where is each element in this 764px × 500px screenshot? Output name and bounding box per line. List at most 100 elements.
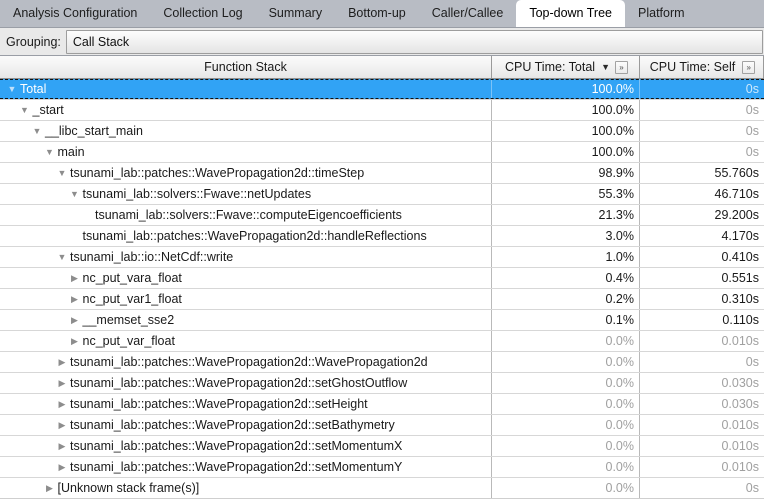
table-row[interactable]: ▼ tsunami_lab::solvers::Fwave::netUpdates… (0, 184, 764, 205)
grouping-combobox[interactable]: Call Stack (65, 29, 763, 54)
tab-platform[interactable]: Platform (625, 0, 698, 27)
cpu-time-total-cell: 0.0% (492, 352, 640, 372)
table-row[interactable]: ▶ nc_put_var1_float 0.2% 0.310s (0, 289, 764, 310)
table-row[interactable]: ▶ tsunami_lab::patches::WavePropagation2d… (0, 352, 764, 373)
tab-caller-callee[interactable]: Caller/Callee (419, 0, 517, 27)
collapse-triangle-icon[interactable]: ▼ (44, 142, 56, 162)
expand-triangle-icon[interactable]: ▶ (56, 436, 68, 456)
column-header-cpu-time-total[interactable]: CPU Time: Total ▼ » (492, 56, 640, 78)
collapse-triangle-icon[interactable]: ▼ (31, 121, 43, 141)
cpu-time-total-cell: 0.0% (492, 415, 640, 435)
expand-triangle-icon[interactable]: ▶ (44, 478, 56, 498)
sort-descending-icon[interactable]: ▼ (601, 62, 610, 72)
collapse-triangle-icon[interactable]: ▼ (56, 247, 68, 267)
expand-triangle-icon[interactable]: ▶ (69, 310, 81, 330)
function-name: tsunami_lab::solvers::Fwave::netUpdates (82, 187, 312, 201)
function-stack-cell: ▼ Total (0, 79, 492, 99)
cpu-time-self-cell: 0s (745, 355, 759, 369)
table-row[interactable]: ▼ tsunami_lab::io::NetCdf::write 1.0% 0.410… (0, 247, 764, 268)
cpu-time-total-cell: 100.0% (492, 79, 640, 99)
cpu-time-total-cell: 0.0% (492, 331, 640, 351)
cpu-time-self-cell: 0.030s (721, 397, 759, 411)
cpu-time-self-cell: 0.010s (721, 334, 759, 348)
collapse-triangle-icon[interactable]: ▼ (69, 184, 81, 204)
column-header-label: CPU Time: Total (505, 60, 596, 74)
table-row[interactable]: tsunami_lab::solvers::Fwave::computeEige… (0, 205, 764, 226)
cpu-time-self-cell: 0s (745, 103, 759, 117)
table-row[interactable]: ▶ tsunami_lab::patches::WavePropagation2d… (0, 415, 764, 436)
column-expand-icon[interactable]: » (615, 60, 628, 74)
table-row[interactable]: ▶ nc_put_var_float 0.0% 0.010s (0, 331, 764, 352)
function-stack-cell: ▶ [Unknown stack frame(s)] (0, 478, 492, 498)
table-row[interactable]: ▼ Total 100.0% 0s (0, 79, 764, 100)
cpu-time-total-cell: 0.4% (492, 268, 640, 288)
column-expand-icon[interactable]: » (742, 60, 756, 74)
cpu-time-total-cell: 100.0% (492, 100, 640, 120)
function-name: __memset_sse2 (82, 313, 175, 327)
cpu-time-self-cell: 0s (745, 82, 759, 96)
tab-summary[interactable]: Summary (256, 0, 335, 27)
tab-bottom-up[interactable]: Bottom-up (335, 0, 419, 27)
function-stack-cell: ▶ tsunami_lab::patches::WavePropagation2d… (0, 373, 492, 393)
function-name: tsunami_lab::patches::WavePropagation2d:… (70, 376, 408, 390)
cpu-time-total-cell: 0.0% (492, 478, 640, 498)
expand-triangle-icon[interactable]: ▶ (69, 331, 81, 351)
table-row[interactable]: ▼ __libc_start_main 100.0% 0s (0, 121, 764, 142)
function-stack-cell: ▶ tsunami_lab::patches::WavePropagation2d… (0, 415, 492, 435)
table-row[interactable]: ▶ tsunami_lab::patches::WavePropagation2d… (0, 436, 764, 457)
function-name: [Unknown stack frame(s)] (57, 481, 200, 495)
tab-collection-log[interactable]: Collection Log (150, 0, 255, 27)
cpu-time-total-cell: 0.0% (492, 436, 640, 456)
table-row[interactable]: ▼ tsunami_lab::patches::WavePropagation2d… (0, 163, 764, 184)
cpu-time-self-cell: 0.551s (721, 271, 759, 285)
table-bottom-edge (0, 498, 764, 499)
function-stack-cell: ▼ tsunami_lab::solvers::Fwave::netUpdates (0, 184, 492, 204)
expand-triangle-icon[interactable]: ▶ (69, 289, 81, 309)
collapse-triangle-icon[interactable]: ▼ (19, 100, 31, 120)
expand-triangle-icon[interactable]: ▶ (56, 394, 68, 414)
table-row[interactable]: ▶ tsunami_lab::patches::WavePropagation2d… (0, 373, 764, 394)
table-row[interactable]: ▶ [Unknown stack frame(s)] 0.0% 0s (0, 478, 764, 499)
cpu-time-self-cell: 0s (745, 124, 759, 138)
expand-triangle-icon[interactable]: ▶ (56, 415, 68, 435)
column-header-function-stack[interactable]: Function Stack (0, 56, 492, 78)
function-name: __libc_start_main (45, 124, 143, 138)
collapse-triangle-icon[interactable]: ▼ (6, 79, 18, 99)
table-row[interactable]: ▼ _start 100.0% 0s (0, 100, 764, 121)
function-name: nc_put_var_float (82, 334, 175, 348)
cpu-time-self-cell: 46.710s (714, 187, 759, 201)
cpu-time-total-cell: 98.9% (492, 163, 640, 183)
expand-triangle-icon[interactable]: ▶ (69, 268, 81, 288)
table-row[interactable]: ▶ tsunami_lab::patches::WavePropagation2d… (0, 457, 764, 478)
tab-analysis-configuration[interactable]: Analysis Configuration (0, 0, 150, 27)
tab-top-down-tree[interactable]: Top-down Tree (516, 0, 625, 27)
cpu-time-self-cell: 0.110s (722, 313, 759, 327)
function-stack-cell: ▶ tsunami_lab::patches::WavePropagation2d… (0, 436, 492, 456)
table-row[interactable]: ▶ tsunami_lab::patches::WavePropagation2d… (0, 394, 764, 415)
cpu-time-total-cell: 3.0% (492, 226, 640, 246)
table-row[interactable]: ▶ nc_put_vara_float 0.4% 0.551s (0, 268, 764, 289)
cpu-time-self-cell: 0.010s (721, 439, 759, 453)
table-row[interactable]: ▼ main 100.0% 0s (0, 142, 764, 163)
function-stack-cell: tsunami_lab::solvers::Fwave::computeEige… (0, 205, 492, 225)
table-row[interactable]: ▶ __memset_sse2 0.1% 0.110s (0, 310, 764, 331)
function-stack-cell: ▶ nc_put_vara_float (0, 268, 492, 288)
expand-triangle-icon[interactable]: ▶ (56, 373, 68, 393)
cpu-time-total-cell: 0.2% (492, 289, 640, 309)
column-header-cpu-time-self[interactable]: CPU Time: Self » (640, 56, 764, 78)
topdown-tree-table: Function Stack CPU Time: Total ▼» CPU Time:… (0, 56, 764, 499)
table-row[interactable]: tsunami_lab::patches::WavePropagation2d:… (0, 226, 764, 247)
expand-triangle-icon[interactable]: ▶ (56, 457, 68, 477)
expand-triangle-icon[interactable]: ▶ (56, 352, 68, 372)
function-stack-cell: ▼ tsunami_lab::io::NetCdf::write (0, 247, 492, 267)
collapse-triangle-icon[interactable]: ▼ (56, 163, 68, 183)
